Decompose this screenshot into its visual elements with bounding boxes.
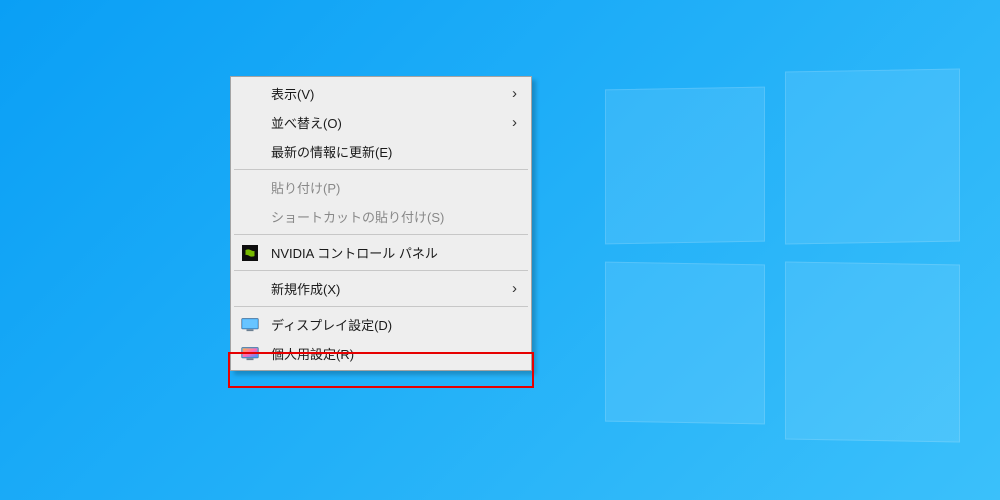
menu-item-sort[interactable]: 並べ替え(O) › (233, 108, 529, 137)
menu-item-label: ディスプレイ設定(D) (271, 315, 521, 334)
chevron-right-icon: › (512, 280, 517, 297)
menu-item-new[interactable]: 新規作成(X) › (233, 274, 529, 303)
menu-item-nvidia-control-panel[interactable]: NVIDIA コントロール パネル (233, 238, 529, 267)
menu-item-label: NVIDIA コントロール パネル (271, 243, 521, 262)
desktop-context-menu: 表示(V) › 並べ替え(O) › 最新の情報に更新(E) 貼り付け(P) ショ… (230, 76, 532, 371)
windows-logo (595, 70, 970, 445)
menu-item-label: 並べ替え(O) (271, 113, 512, 132)
menu-separator (234, 270, 528, 271)
menu-item-personalize[interactable]: 個人用設定(R) (233, 339, 529, 368)
display-icon (241, 316, 259, 334)
menu-item-paste: 貼り付け(P) (233, 173, 529, 202)
menu-separator (234, 169, 528, 170)
menu-item-label: ショートカットの貼り付け(S) (271, 207, 521, 226)
personalize-icon (241, 345, 259, 363)
menu-item-label: 新規作成(X) (271, 279, 512, 298)
chevron-right-icon: › (512, 85, 517, 102)
menu-separator (234, 234, 528, 235)
menu-item-view[interactable]: 表示(V) › (233, 79, 529, 108)
menu-item-refresh[interactable]: 最新の情報に更新(E) (233, 137, 529, 166)
menu-item-label: 貼り付け(P) (271, 178, 521, 197)
chevron-right-icon: › (512, 114, 517, 131)
nvidia-icon (241, 244, 259, 262)
menu-item-display-settings[interactable]: ディスプレイ設定(D) (233, 310, 529, 339)
menu-item-label: 最新の情報に更新(E) (271, 142, 521, 161)
menu-item-label: 表示(V) (271, 84, 512, 103)
menu-separator (234, 306, 528, 307)
menu-item-paste-shortcut: ショートカットの貼り付け(S) (233, 202, 529, 231)
menu-item-label: 個人用設定(R) (271, 344, 521, 363)
